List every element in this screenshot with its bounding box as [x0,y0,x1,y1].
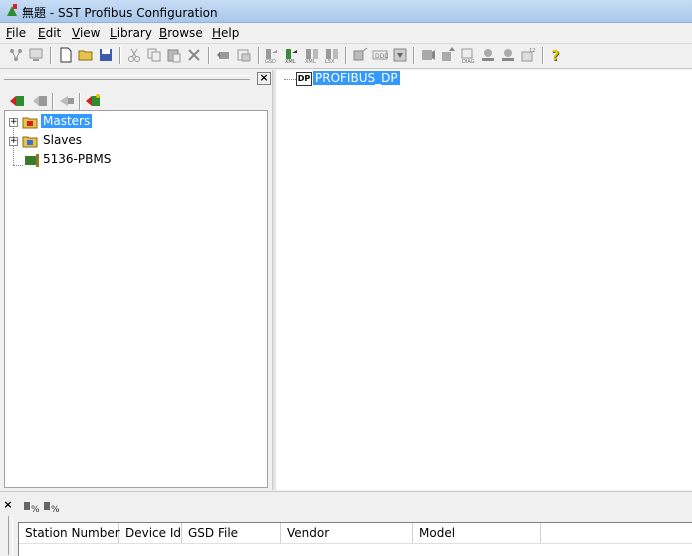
download-icon[interactable] [392,47,408,63]
column-device-id[interactable]: Device Id [119,523,182,543]
svg-text:LSX: LSX [325,59,335,63]
expand-icon[interactable]: + [9,137,18,146]
refresh-station-icon[interactable]: % [43,500,59,514]
card-icon[interactable] [420,47,436,63]
remove-device-icon[interactable] [58,93,76,109]
svg-text:%: % [31,505,39,514]
compare-icon[interactable]: LSX [324,47,340,63]
device-alt-icon[interactable] [500,47,516,63]
menu-view[interactable]: View [72,26,100,40]
properties-icon[interactable]: 123 [520,47,536,63]
import-icon[interactable]: GSD [264,47,280,63]
station-list-header: Station Number Device Id GSD File Vendor… [19,523,692,544]
upload-icon[interactable] [440,47,456,63]
network-icon[interactable] [8,47,24,63]
save-icon[interactable] [98,47,114,63]
online-icon[interactable]: DDD [372,47,388,63]
diagnostics-icon[interactable]: DIAG [460,47,476,63]
library-close-button[interactable]: × [257,72,271,85]
menu-file[interactable]: File [6,26,26,40]
svg-text:?: ? [552,49,560,64]
library-pane: × + Masters + Slaves 5136-PBMS [0,70,272,490]
export-xml-icon[interactable]: XML [284,47,300,63]
delete-icon[interactable] [186,47,202,63]
export-lsx-icon[interactable]: XML [304,47,320,63]
copy-icon[interactable] [146,47,162,63]
monitor-icon[interactable] [28,47,44,63]
svg-text:GSD: GSD [265,59,276,63]
help-icon[interactable]: ?? [548,47,564,64]
menu-bar: File Edit View Library Browse Help [0,23,692,44]
tree-config-icon [7,4,17,16]
paste-icon[interactable] [166,47,182,63]
library-tree: + Masters + Slaves 5136-PBMS [4,110,268,488]
library-config-icon[interactable] [84,93,102,109]
menu-library[interactable]: Library [110,26,152,40]
window-title: 無題 - SST Profibus Configuration [22,6,218,20]
column-vendor[interactable]: Vendor [281,523,413,543]
title-bar: 無題 - SST Profibus Configuration [0,0,692,23]
menu-browse[interactable]: Browse [159,26,203,40]
pane-grip-vertical[interactable] [8,516,13,555]
column-station-number[interactable]: Station Number [19,523,120,543]
new-file-icon[interactable] [58,47,74,63]
svg-text:123: 123 [529,48,536,54]
svg-text:XML: XML [285,59,296,63]
station-list-pane: × % % Station Number Device Id GSD File … [0,491,692,556]
toolbar: GSD XML XML LSX DDD DIAG 123 ?? [0,44,692,69]
device-icon[interactable] [480,47,496,63]
pane-grip[interactable] [4,75,250,80]
svg-text:DDD: DDD [375,53,388,60]
folder-master-icon [22,117,38,129]
svg-text:XML: XML [305,59,316,63]
menu-edit[interactable]: Edit [38,26,61,40]
connect-icon[interactable] [352,47,368,63]
svg-text:DIAG: DIAG [462,59,475,63]
svg-text:%: % [51,505,59,514]
card-device-icon [25,154,39,167]
find-station-icon[interactable]: % [23,500,39,514]
add-slave-icon[interactable] [31,93,49,109]
expand-icon[interactable]: + [9,118,18,127]
move-left-icon[interactable] [216,47,232,63]
station-close-button[interactable]: × [2,499,14,511]
folder-slave-icon [22,136,38,148]
move-right-icon[interactable] [236,47,252,63]
network-view: DP PROFIBUS_DP [276,70,692,490]
add-master-icon[interactable] [8,93,26,109]
open-folder-icon[interactable] [78,47,94,63]
station-list: Station Number Device Id GSD File Vendor… [18,522,692,556]
cut-icon[interactable] [126,47,142,63]
menu-help[interactable]: Help [212,26,239,40]
column-model[interactable]: Model [413,523,541,543]
dp-icon: DP [296,72,312,86]
column-gsd-file[interactable]: GSD File [182,523,281,543]
